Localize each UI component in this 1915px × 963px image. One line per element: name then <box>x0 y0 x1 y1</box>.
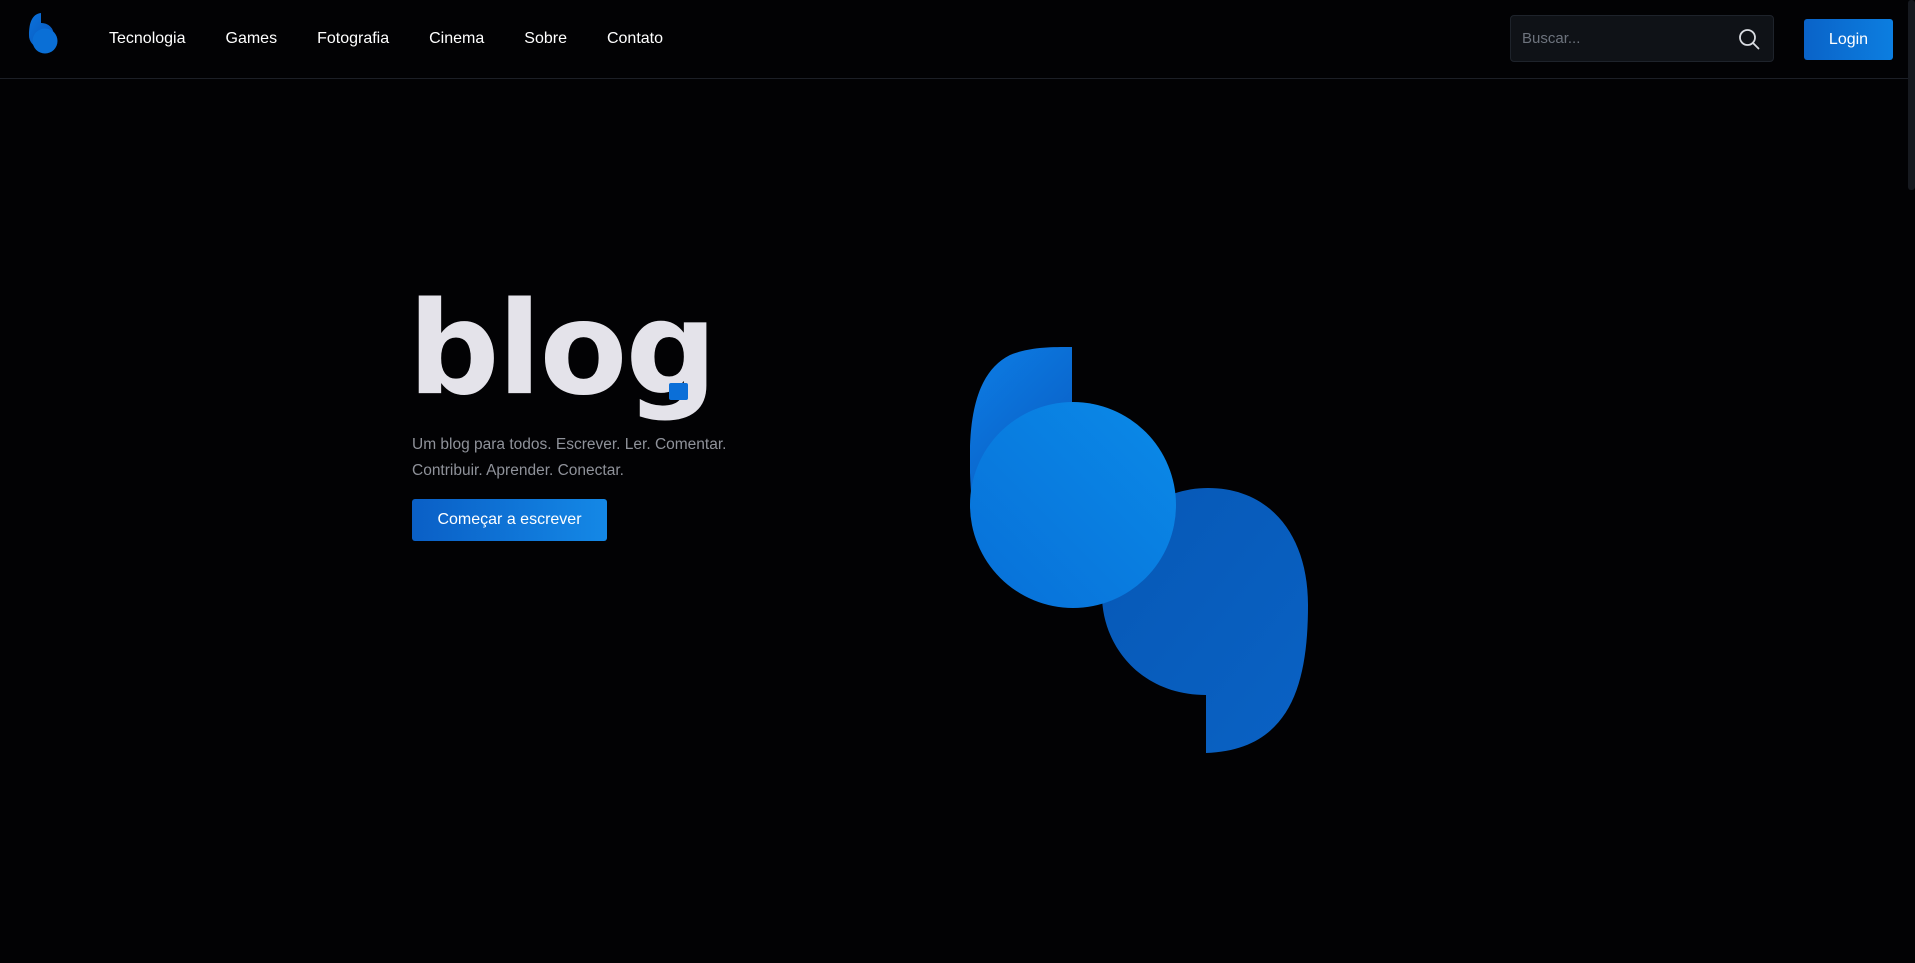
nav-item-sobre[interactable]: Sobre <box>524 30 567 48</box>
hero-title-dot <box>669 383 688 400</box>
scrollbar[interactable] <box>1908 0 1915 190</box>
hero-subtitle: Um blog para todos. Escrever. Ler. Comen… <box>412 432 772 484</box>
hero-subtitle-line1: Um blog para todos. Escrever. Ler. Comen… <box>412 436 727 453</box>
b-logo-illustration-icon <box>970 347 1308 753</box>
nav-item-tecnologia[interactable]: Tecnologia <box>109 30 186 48</box>
logo-icon[interactable] <box>28 13 64 57</box>
search-box <box>1510 15 1774 62</box>
nav-item-cinema[interactable]: Cinema <box>429 30 484 48</box>
login-button[interactable]: Login <box>1804 19 1893 60</box>
site-header: Tecnologia Games Fotografia Cinema Sobre… <box>0 0 1915 79</box>
nav-item-fotografia[interactable]: Fotografia <box>317 30 389 48</box>
main-nav: Tecnologia Games Fotografia Cinema Sobre… <box>109 0 703 78</box>
search-icon[interactable] <box>1737 27 1761 51</box>
hero-subtitle-line2: Contribuir. Aprender. Conectar. <box>412 462 624 479</box>
page: Tecnologia Games Fotografia Cinema Sobre… <box>0 0 1915 963</box>
search-input[interactable] <box>1511 16 1737 61</box>
nav-item-games[interactable]: Games <box>226 30 278 48</box>
nav-item-contato[interactable]: Contato <box>607 30 663 48</box>
start-writing-button[interactable]: Começar a escrever <box>412 499 607 541</box>
